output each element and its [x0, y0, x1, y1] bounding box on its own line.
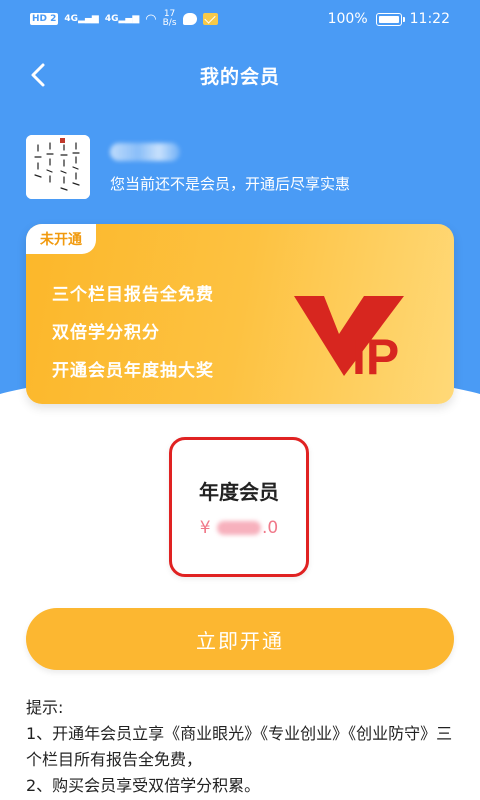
battery-percent: 100% [327, 11, 368, 27]
vip-benefits-card: 未开通 三个栏目报告全免费 双倍学分积分 开通会员年度抽大奖 IP [26, 224, 454, 404]
plan-price: ¥ .0 [172, 518, 306, 538]
currency-symbol: ¥ [199, 518, 211, 538]
net-speed: 17 B/s [162, 9, 177, 28]
tips-line: 1、开通年会员立享《商业眼光》《专业创业》《创业防守》三个栏目所有报告全免费， [26, 724, 453, 769]
price-redacted [217, 521, 261, 535]
avatar[interactable] [26, 135, 90, 199]
status-bar: HD 2 4G▂▄▆ 4G▂▄▆ ◠ 17 B/s 100% 11:22 [0, 0, 480, 40]
vip-logo-icon: IP [294, 296, 404, 376]
benefit-item: 开通会员年度抽大奖 [52, 361, 214, 381]
user-info: 您当前还不是会员，开通后尽享实惠 [26, 135, 466, 201]
price-suffix: .0 [262, 518, 279, 538]
annual-plan-option[interactable]: 年度会员 ¥ .0 [169, 437, 309, 577]
benefit-item: 双倍学分积分 [52, 323, 160, 343]
hd-badge: HD 2 [30, 13, 59, 25]
tips-heading: 提示: [26, 698, 64, 717]
username-redacted [110, 143, 180, 161]
signal-icon-2: 4G▂▄▆ [104, 14, 140, 24]
tips-line: 2、购买会员享受双倍学分积累。 [26, 776, 261, 795]
membership-status-text: 您当前还不是会员，开通后尽享实惠 [110, 175, 351, 193]
calligraphy-avatar-image [26, 135, 90, 199]
tips-section: 提示: 1、开通年会员立享《商业眼光》《专业创业》《创业防守》三个栏目所有报告全… [26, 695, 456, 799]
clock: 11:22 [409, 11, 450, 27]
plan-name: 年度会员 [199, 480, 279, 504]
message-icon [182, 13, 197, 25]
signal-icon: 4G▂▄▆ [64, 14, 99, 24]
vip-logo-text: IP [352, 329, 399, 376]
wifi-icon: ◠ [145, 11, 157, 27]
page-title: 我的会员 [199, 66, 280, 88]
battery-icon [375, 12, 405, 26]
open-membership-button[interactable]: 立即开通 [26, 608, 454, 670]
mail-icon [202, 13, 218, 25]
status-badge: 未开通 [26, 224, 96, 254]
nav-bar: 我的会员 [0, 40, 480, 110]
benefit-item: 三个栏目报告全免费 [52, 285, 214, 305]
